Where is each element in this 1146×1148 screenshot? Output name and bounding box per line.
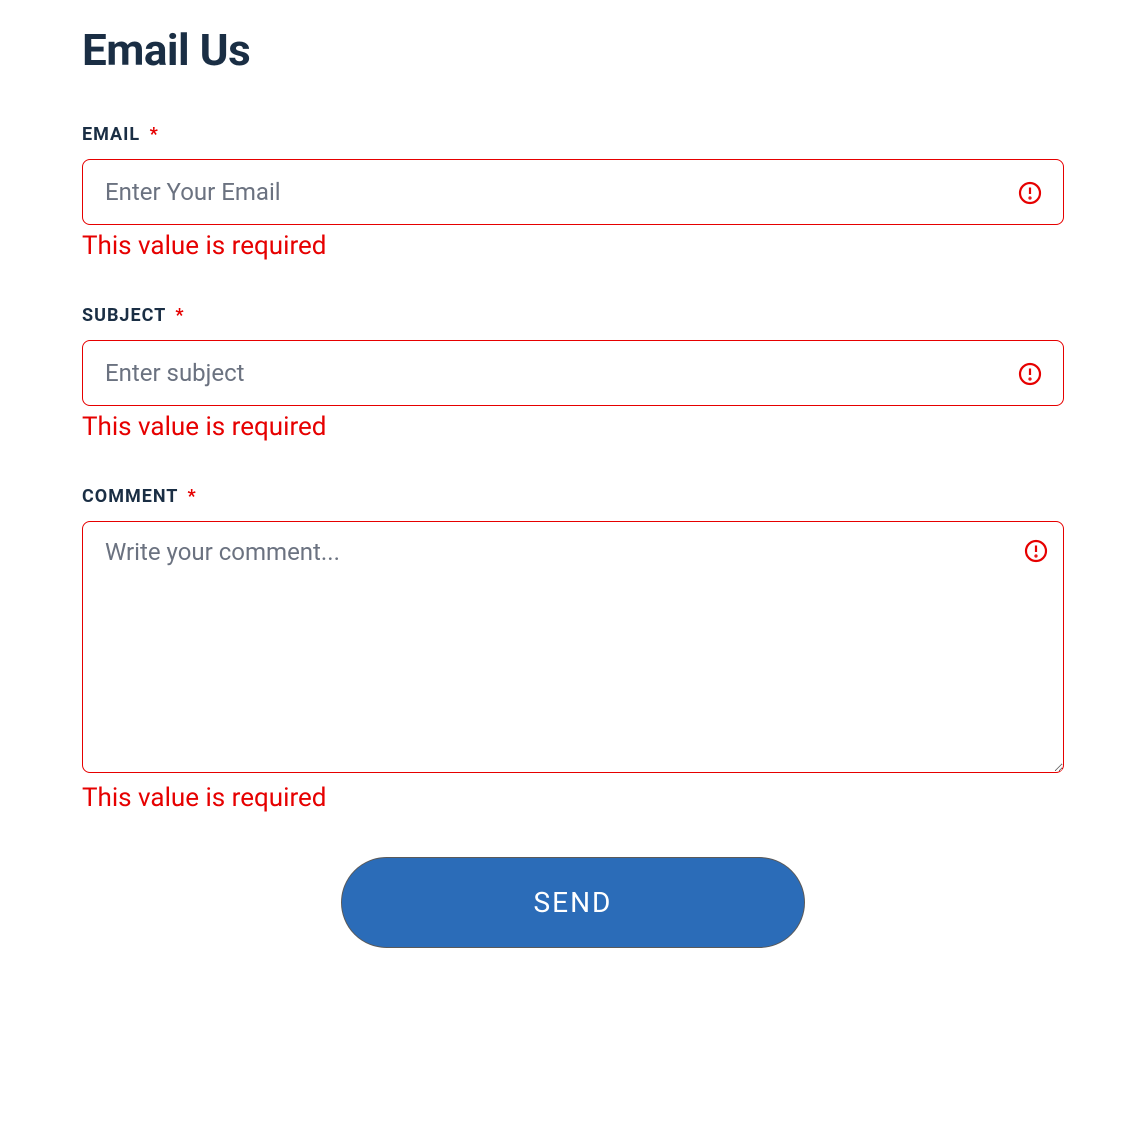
- required-star-icon: *: [175, 305, 184, 326]
- subject-label-text: SUBJECT: [82, 305, 166, 326]
- subject-error-text: This value is required: [82, 412, 1064, 442]
- comment-input-wrapper: [82, 521, 1064, 777]
- comment-label: COMMENT *: [82, 486, 1064, 507]
- subject-label: SUBJECT *: [82, 305, 1064, 326]
- email-input[interactable]: [82, 159, 1064, 225]
- email-label-text: EMAIL: [82, 124, 140, 145]
- subject-input[interactable]: [82, 340, 1064, 406]
- email-group: EMAIL * This value is required: [82, 124, 1064, 261]
- subject-group: SUBJECT * This value is required: [82, 305, 1064, 442]
- email-input-wrapper: [82, 159, 1064, 225]
- email-error-text: This value is required: [82, 231, 1064, 261]
- required-star-icon: *: [187, 486, 196, 507]
- comment-label-text: COMMENT: [82, 486, 178, 507]
- contact-form: EMAIL * This value is required SUBJECT *: [82, 124, 1064, 948]
- subject-input-wrapper: [82, 340, 1064, 406]
- comment-textarea[interactable]: [82, 521, 1064, 773]
- comment-error-text: This value is required: [82, 783, 1064, 813]
- send-button[interactable]: SEND: [341, 857, 805, 948]
- required-star-icon: *: [150, 124, 159, 145]
- page-title: Email Us: [82, 24, 1064, 76]
- submit-row: SEND: [82, 857, 1064, 948]
- email-label: EMAIL *: [82, 124, 1064, 145]
- comment-group: COMMENT * This value is required: [82, 486, 1064, 813]
